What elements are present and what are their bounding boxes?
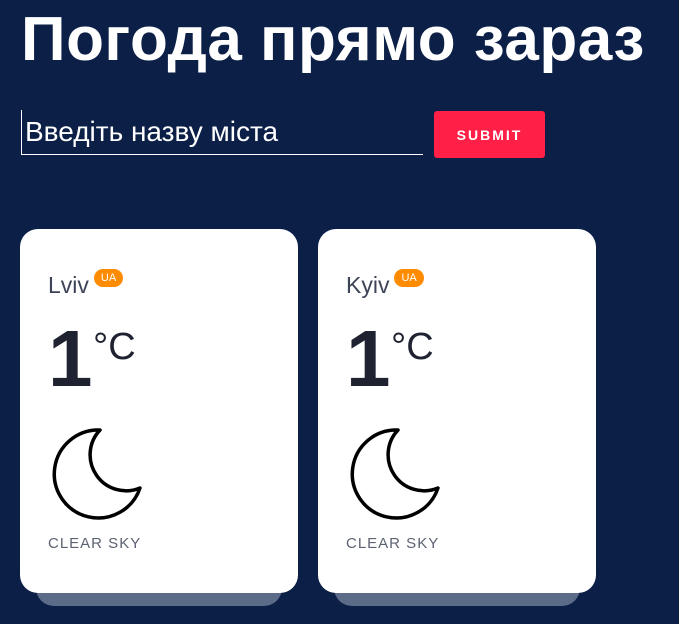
- city-name: Kyiv UA: [346, 269, 424, 298]
- city-name-text: Kyiv: [346, 272, 390, 298]
- weather-card-lviv: Lviv UA 1 °C CLEAR SKY: [20, 229, 298, 607]
- city-name: Lviv UA: [48, 269, 124, 298]
- temperature-value: 1: [346, 314, 391, 403]
- weather-card: Kyiv UA 1 °C CLEAR SKY: [318, 229, 596, 593]
- temperature-unit: °C: [93, 326, 136, 368]
- page-title: Погода прямо зараз: [21, 5, 645, 74]
- city-name-text: Lviv: [48, 272, 89, 298]
- weather-description: CLEAR SKY: [346, 535, 440, 552]
- temperature-value: 1: [48, 314, 93, 403]
- weather-description: CLEAR SKY: [48, 535, 142, 552]
- submit-button[interactable]: SUBMIT: [434, 111, 545, 158]
- moon-icon: [52, 428, 142, 520]
- weather-card: Lviv UA 1 °C CLEAR SKY: [20, 229, 298, 593]
- moon-icon: [350, 428, 440, 520]
- temperature-unit: °C: [391, 326, 434, 368]
- country-badge: UA: [394, 269, 424, 287]
- search-form: SUBMIT: [21, 110, 581, 160]
- country-badge: UA: [93, 269, 124, 287]
- city-search-input[interactable]: [21, 110, 423, 155]
- page: Погода прямо зараз SUBMIT LvivUA 1 °C CL…: [0, 0, 679, 624]
- weather-card-kyiv: Kyiv UA 1 °C CLEAR SKY: [318, 229, 596, 607]
